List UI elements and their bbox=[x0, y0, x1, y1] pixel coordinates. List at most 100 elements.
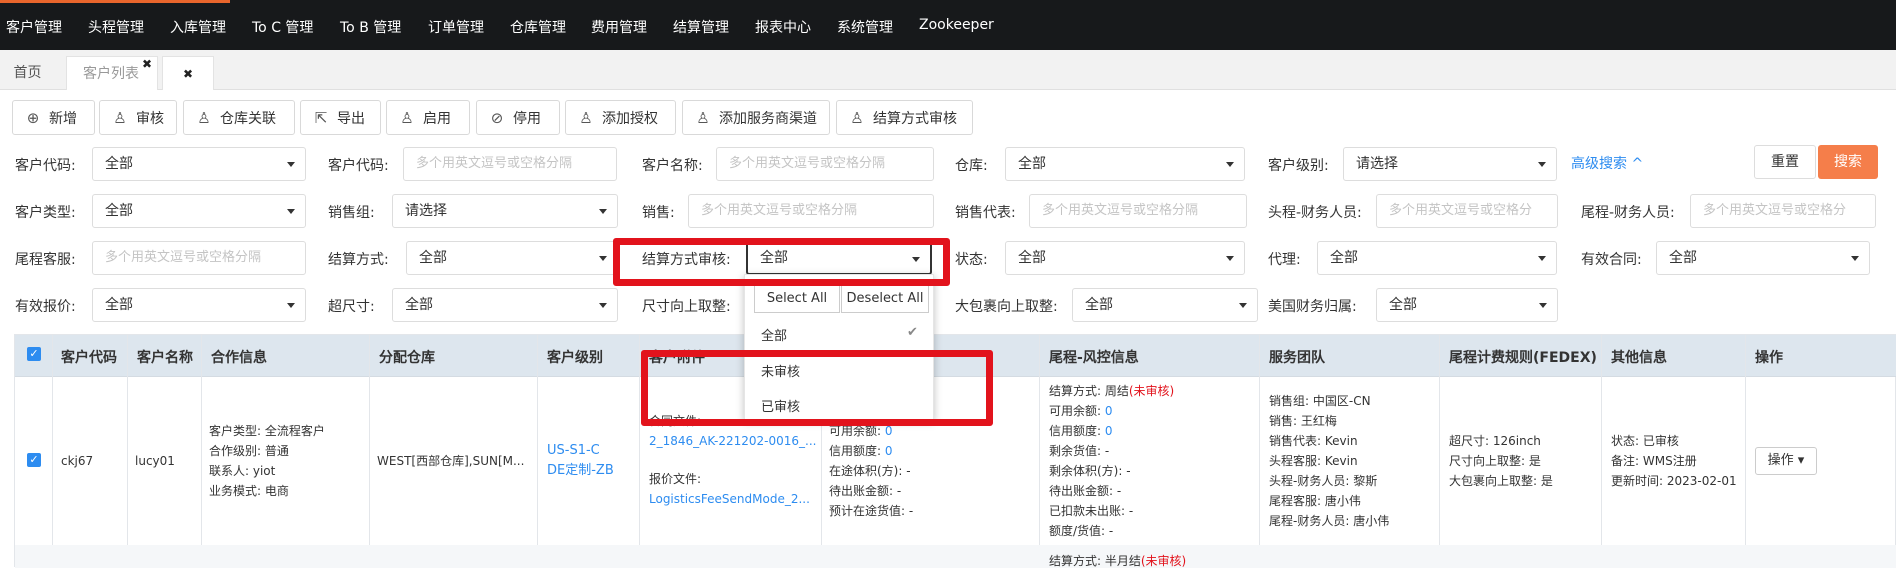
top-nav: 客户管理 头程管理 入库管理 To C 管理 To B 管理 订单管理 仓库管理… bbox=[0, 0, 1896, 50]
customer-level-select[interactable]: 请选择 bbox=[1343, 147, 1557, 181]
nav-item-customer[interactable]: 客户管理 bbox=[6, 17, 62, 37]
tail-risk-value: 0 bbox=[1104, 424, 1113, 438]
row-coop-info: 客户类型: 全流程客户 合作级别: 普通 联系人: yiot 业务模式: 电商 bbox=[209, 421, 325, 501]
nav-item-tob[interactable]: To B 管理 bbox=[340, 17, 401, 37]
export-button[interactable]: ⇱ 导出 bbox=[300, 100, 381, 135]
add-button[interactable]: ⊕ 新增 bbox=[12, 100, 95, 135]
highlight-box-settle-audit bbox=[613, 238, 950, 286]
row-checkbox[interactable]: ✓ bbox=[27, 453, 41, 467]
tail-risk-value: 0 bbox=[1104, 404, 1113, 418]
close-tab-icon[interactable]: ✖ bbox=[162, 56, 214, 90]
nav-item-settlement[interactable]: 结算管理 bbox=[673, 17, 729, 37]
caret-down-icon bbox=[1538, 256, 1546, 261]
row-action-dropdown-button[interactable]: 操作 ▾ bbox=[1755, 447, 1817, 475]
oversize-select-value: 全部 bbox=[405, 297, 433, 313]
filter-label-tail-finance: 尾程-财务人员: bbox=[1581, 205, 1675, 221]
tail-finance-input[interactable]: 多个用英文逗号或空格分 bbox=[1690, 194, 1876, 228]
sales-rep-input[interactable]: 多个用英文逗号或空格分隔 bbox=[1029, 194, 1247, 228]
audit-button[interactable]: ♙ 审核 bbox=[99, 100, 177, 135]
valid-contract-select[interactable]: 全部 bbox=[1656, 241, 1870, 275]
filter-label-sales-group: 销售组: bbox=[328, 205, 375, 221]
warehouse-link-button[interactable]: ♙ 仓库关联 bbox=[183, 100, 295, 135]
customer-code-input[interactable]: 多个用英文逗号或空格分隔 bbox=[403, 147, 617, 181]
valid-quote-select[interactable]: 全部 bbox=[92, 288, 306, 322]
nav-item-reports[interactable]: 报表中心 bbox=[755, 17, 811, 37]
head-finance-input[interactable]: 多个用英文逗号或空格分 bbox=[1376, 194, 1558, 228]
team-line: 销售代表: Kevin bbox=[1269, 434, 1358, 448]
other-line: 更新时间: 2023-02-01 bbox=[1611, 474, 1737, 488]
reset-button[interactable]: 重置 bbox=[1754, 145, 1816, 179]
nav-item-fees[interactable]: 费用管理 bbox=[591, 17, 647, 37]
filter-label-us-finance: 美国财务归属: bbox=[1268, 299, 1357, 315]
search-button[interactable]: 搜索 bbox=[1818, 145, 1878, 179]
tab-home[interactable]: 首页 bbox=[0, 56, 55, 90]
row-customer-code: ckj67 bbox=[61, 454, 94, 468]
nav-item-zookeeper[interactable]: Zookeeper bbox=[919, 17, 994, 33]
add-auth-button[interactable]: ♙ 添加授权 bbox=[565, 100, 676, 135]
nav-item-system[interactable]: 系统管理 bbox=[837, 17, 893, 37]
nav-item-inbound[interactable]: 入库管理 bbox=[170, 17, 226, 37]
nav-item-warehouse[interactable]: 仓库管理 bbox=[510, 17, 566, 37]
filter-label-settle-method: 结算方式: bbox=[328, 252, 389, 268]
filter-label-oversize: 超尺寸: bbox=[328, 299, 375, 315]
tail-risk-label: 剩余货值: bbox=[1049, 444, 1102, 458]
team-line: 销售组: 中国区-CN bbox=[1269, 394, 1371, 408]
select-all-button[interactable]: Select All bbox=[754, 285, 840, 313]
caret-down-icon bbox=[1538, 162, 1546, 167]
advanced-search-link[interactable]: 高级搜索 ^ bbox=[1571, 153, 1643, 173]
us-finance-select[interactable]: 全部 bbox=[1376, 288, 1558, 322]
head-risk-value: - bbox=[896, 484, 902, 498]
tail-risk-value: - bbox=[1116, 484, 1122, 498]
customer-code-select[interactable]: 全部 bbox=[92, 147, 306, 181]
filter-label-sales: 销售: bbox=[642, 205, 675, 221]
disable-button[interactable]: ⊘ 停用 bbox=[476, 100, 560, 135]
tail-service-input[interactable]: 多个用英文逗号或空格分隔 bbox=[92, 241, 306, 275]
select-all-checkbox[interactable]: ✓ bbox=[27, 347, 41, 361]
add-provider-channel-button[interactable]: ♙ 添加服务商渠道 bbox=[682, 100, 830, 135]
col-divider bbox=[639, 335, 640, 545]
nav-item-orders[interactable]: 订单管理 bbox=[428, 17, 484, 37]
filter-label-customer-name: 客户名称: bbox=[642, 158, 703, 174]
dropdown-option-all[interactable]: 全部 bbox=[761, 325, 787, 344]
settle-method-select[interactable]: 全部 bbox=[406, 241, 618, 275]
tail-settle-status: (未审核) bbox=[1128, 384, 1175, 398]
customer-name-input[interactable]: 多个用英文逗号或空格分隔 bbox=[716, 147, 934, 181]
status-select[interactable]: 全部 bbox=[1005, 241, 1245, 275]
export-icon: ⇱ bbox=[314, 108, 328, 127]
row-customer-level[interactable]: US-S1-C DE定制-ZB bbox=[547, 441, 614, 481]
sales-group-select[interactable]: 请选择 bbox=[392, 194, 618, 228]
agent-select[interactable]: 全部 bbox=[1317, 241, 1557, 275]
contract-file-link[interactable]: 2_1846_AK-221202-0016_... bbox=[649, 431, 816, 451]
oversize-select[interactable]: 全部 bbox=[392, 288, 618, 322]
quote-file-link[interactable]: LogisticsFeeSendMode_2... bbox=[649, 489, 816, 509]
col-divider bbox=[369, 335, 370, 545]
customer-type-select[interactable]: 全部 bbox=[92, 194, 306, 228]
valid-contract-select-value: 全部 bbox=[1669, 250, 1697, 266]
tail-risk-value: - bbox=[1128, 504, 1134, 518]
next-row-settle: 结算方式: 半月结(未审核) bbox=[1049, 551, 1186, 571]
coop-line: 客户类型: 全流程客户 bbox=[209, 424, 325, 438]
head-risk-label: 在途体积(方): bbox=[829, 464, 903, 478]
warehouse-select[interactable]: 全部 bbox=[1005, 147, 1245, 181]
head-risk-value: 0 bbox=[884, 424, 893, 438]
valid-quote-select-value: 全部 bbox=[105, 297, 133, 313]
head-risk-value: 0 bbox=[884, 444, 893, 458]
enable-button[interactable]: ♙ 启用 bbox=[386, 100, 470, 135]
nav-item-headhaul[interactable]: 头程管理 bbox=[88, 17, 144, 37]
filter-label-valid-quote: 有效报价: bbox=[15, 299, 76, 315]
tail-risk-label: 剩余体积(方): bbox=[1049, 464, 1123, 478]
deselect-all-button[interactable]: Deselect All bbox=[841, 285, 929, 313]
caret-down-icon bbox=[1226, 256, 1234, 261]
tab-close-icon[interactable]: ✖ bbox=[142, 47, 152, 81]
nav-item-toc[interactable]: To C 管理 bbox=[252, 17, 313, 37]
col-divider bbox=[1601, 335, 1602, 545]
plus-circle-icon: ⊕ bbox=[26, 108, 40, 127]
sales-input[interactable]: 多个用英文逗号或空格分隔 bbox=[688, 194, 934, 228]
settle-audit-button[interactable]: ♙ 结算方式审核 bbox=[836, 100, 973, 135]
col-divider bbox=[1039, 335, 1040, 545]
user-icon: ♙ bbox=[197, 108, 211, 127]
bigpack-round-select[interactable]: 全部 bbox=[1072, 288, 1258, 322]
disable-button-label: 停用 bbox=[513, 110, 541, 127]
col-header-action: 操作 bbox=[1755, 350, 1783, 366]
tab-customer-list[interactable]: 客户列表 ✖ bbox=[66, 56, 158, 90]
